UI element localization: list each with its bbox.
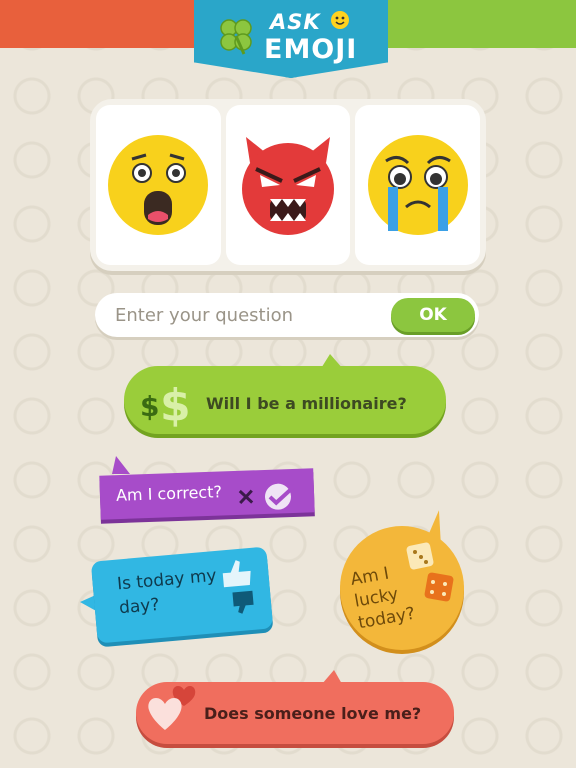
angry-devil-icon bbox=[242, 137, 334, 235]
header-left-bar bbox=[0, 0, 200, 48]
dollar-icon: $ $ bbox=[140, 380, 191, 428]
shocked-face-icon bbox=[108, 135, 209, 235]
suggestion-correct[interactable]: Am I correct? bbox=[96, 456, 318, 524]
svg-text:$: $ bbox=[160, 380, 191, 428]
crying-face-icon bbox=[367, 135, 468, 235]
suggestion-label: Does someone love me? bbox=[204, 704, 422, 723]
suggestion-label: Is today my day? bbox=[116, 565, 218, 619]
suggestion-lucky[interactable]: Am I lucky today? bbox=[336, 508, 468, 650]
clover-icon bbox=[220, 19, 252, 55]
emoji-slot-2 bbox=[225, 105, 351, 265]
logo-emoji-text: EMOJI bbox=[264, 34, 358, 65]
emoji-slot-3 bbox=[355, 105, 481, 265]
suggestion-label: Will I be a millionaire? bbox=[206, 394, 407, 413]
suggestion-label: Am I correct? bbox=[115, 482, 223, 505]
suggestion-today[interactable]: Is today my day? bbox=[80, 546, 274, 644]
logo-ask-text: ASK bbox=[270, 10, 321, 34]
dice-icon bbox=[406, 542, 454, 602]
emoji-slot-1 bbox=[96, 105, 221, 265]
smile-icon bbox=[331, 11, 349, 29]
suggestion-millionaire[interactable]: $ $ Will I be a millionaire? bbox=[124, 354, 446, 436]
question-input[interactable] bbox=[115, 293, 385, 337]
ok-button[interactable]: OK bbox=[391, 298, 475, 332]
question-bar: OK bbox=[95, 293, 479, 337]
hearts-icon bbox=[148, 686, 196, 730]
check-cross-icon bbox=[238, 483, 297, 510]
thumbs-icon bbox=[222, 560, 254, 614]
suggestion-love[interactable]: Does someone love me? bbox=[136, 670, 454, 748]
svg-text:$: $ bbox=[140, 390, 159, 423]
emoji-answer-panel bbox=[90, 99, 486, 271]
header-right-bar bbox=[380, 0, 576, 48]
app-logo: ASK EMOJI bbox=[194, 0, 388, 78]
